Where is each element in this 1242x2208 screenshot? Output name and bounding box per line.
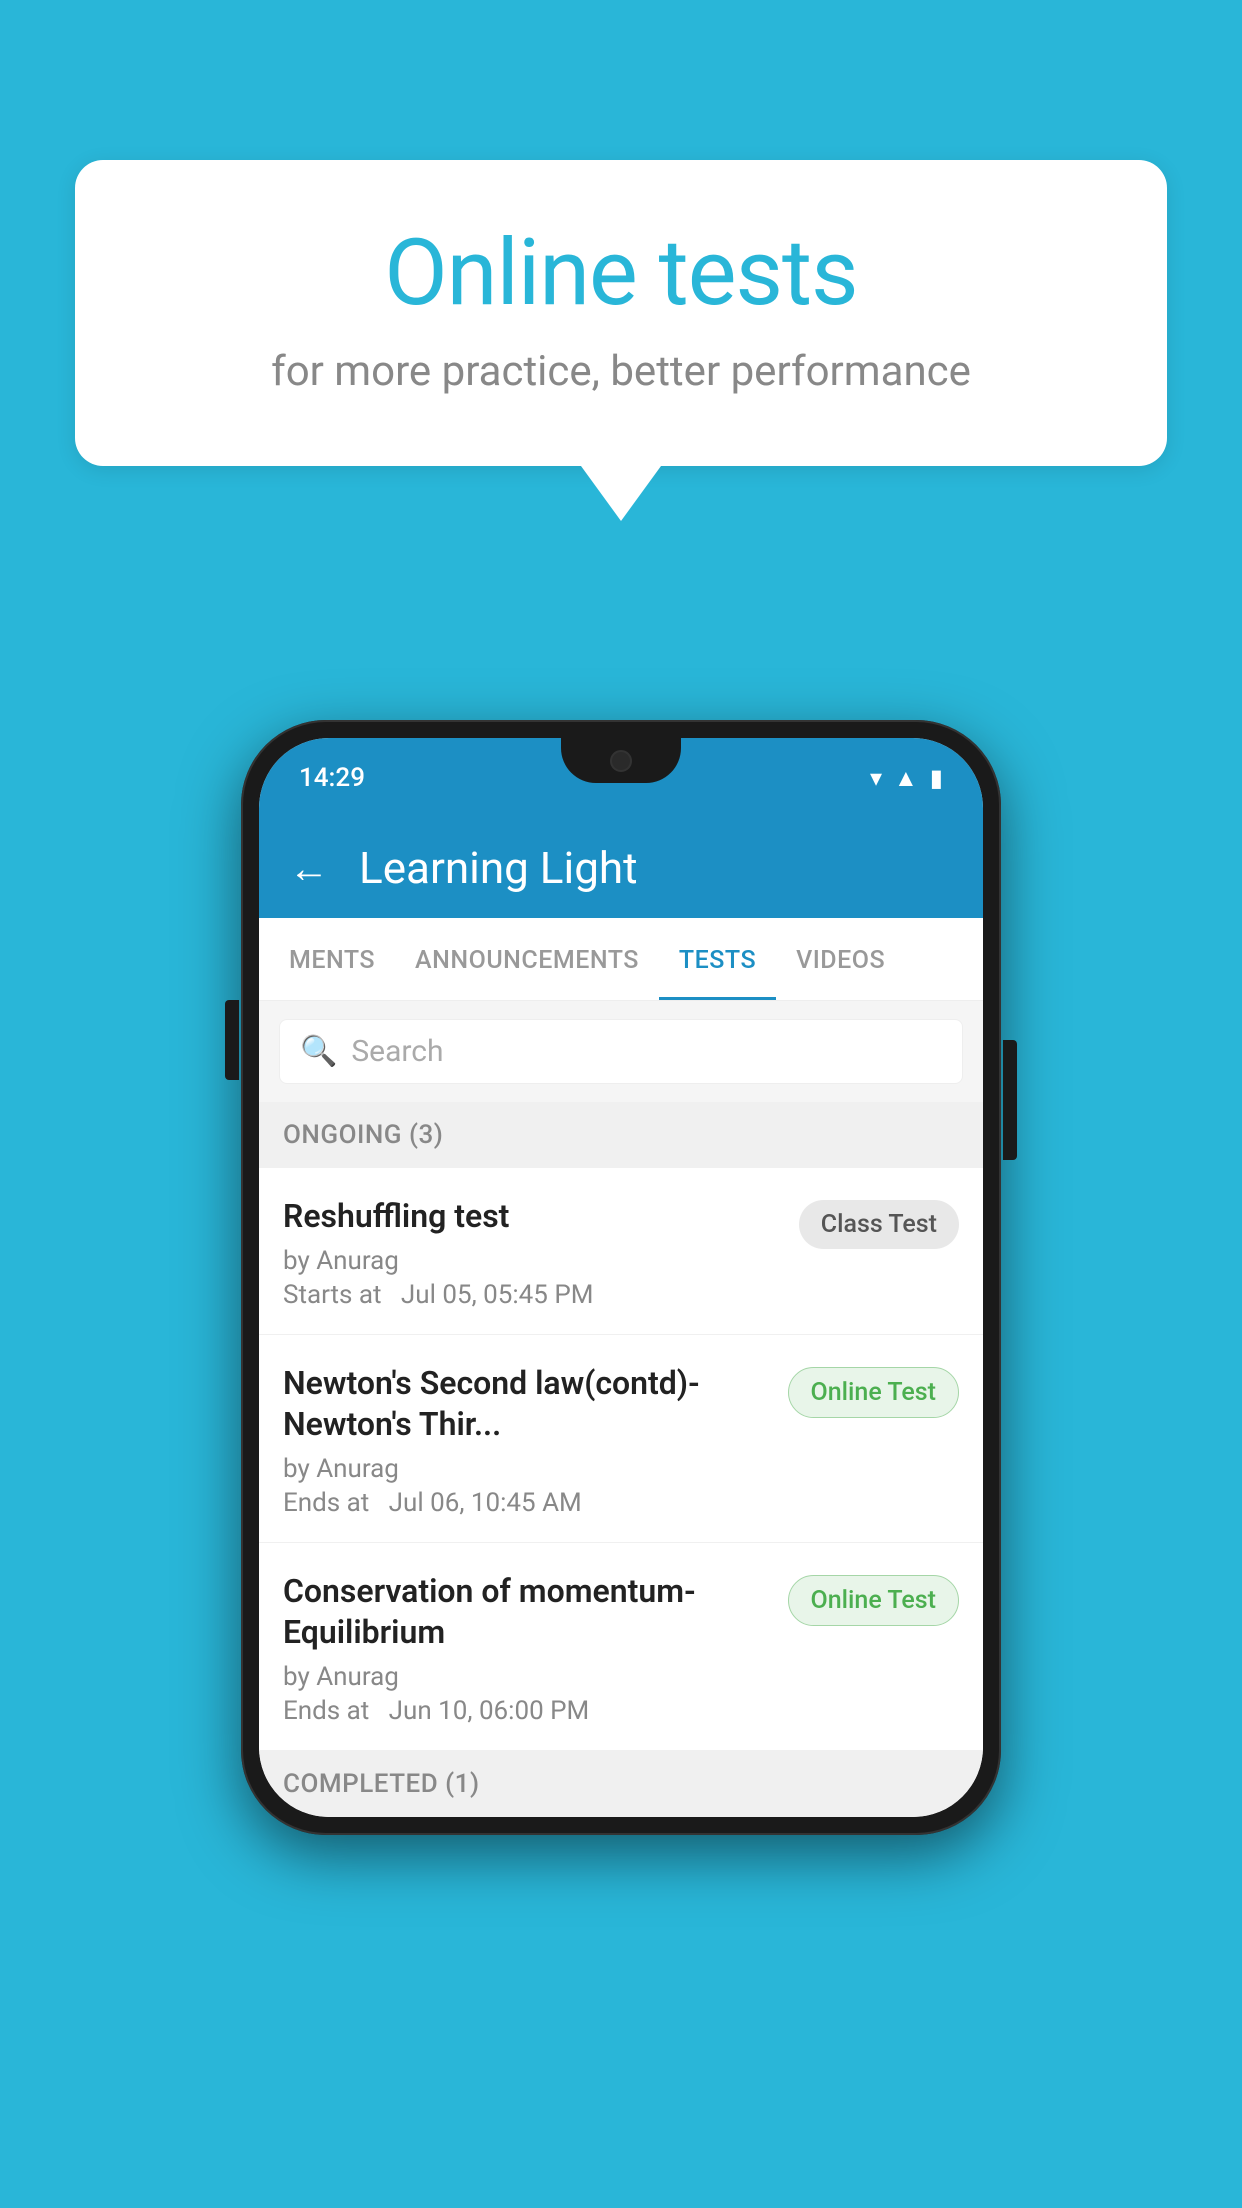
battery-icon: ▮ <box>930 764 943 792</box>
tabs-bar: MENTS ANNOUNCEMENTS TESTS VIDEOS <box>259 918 983 1001</box>
camera-notch <box>610 750 632 772</box>
badge-class-test: Class Test <box>799 1200 959 1249</box>
signal-icon: ▲ <box>894 764 918 793</box>
tab-videos[interactable]: VIDEOS <box>776 918 905 1000</box>
status-time: 14:29 <box>299 763 365 793</box>
bubble-subtitle: for more practice, better performance <box>155 347 1087 396</box>
completed-section-header: COMPLETED (1) <box>259 1751 983 1817</box>
test-title-conservation: Conservation of momentum-Equilibrium <box>283 1571 768 1654</box>
tab-announcements[interactable]: ANNOUNCEMENTS <box>395 918 659 1000</box>
status-icons: ▾ ▲ ▮ <box>870 764 943 793</box>
test-item-newton[interactable]: Newton's Second law(contd)-Newton's Thir… <box>259 1335 983 1543</box>
test-item-reshuffling[interactable]: Reshuffling test by Anurag Starts at Jul… <box>259 1168 983 1335</box>
test-author-reshuffling: by Anurag <box>283 1246 779 1276</box>
search-container: 🔍 Search <box>259 1001 983 1102</box>
test-author-newton: by Anurag <box>283 1454 768 1484</box>
phone-notch <box>561 738 681 783</box>
test-time-reshuffling: Starts at Jul 05, 05:45 PM <box>283 1280 779 1310</box>
test-title-newton: Newton's Second law(contd)-Newton's Thir… <box>283 1363 768 1446</box>
badge-online-test-newton: Online Test <box>788 1367 959 1418</box>
test-item-content-newton: Newton's Second law(contd)-Newton's Thir… <box>283 1363 788 1518</box>
speech-bubble-section: Online tests for more practice, better p… <box>75 160 1167 521</box>
tab-ments[interactable]: MENTS <box>269 918 395 1000</box>
app-header: ← Learning Light <box>259 818 983 918</box>
phone-frame: 14:29 ▾ ▲ ▮ ← Learning Light MENTS ANNOU… <box>241 720 1001 1835</box>
test-time-newton: Ends at Jul 06, 10:45 AM <box>283 1488 768 1518</box>
ongoing-section-header: ONGOING (3) <box>259 1102 983 1168</box>
status-bar: 14:29 ▾ ▲ ▮ <box>259 738 983 818</box>
search-icon: 🔍 <box>300 1034 337 1069</box>
tab-tests[interactable]: TESTS <box>659 918 776 1000</box>
phone-screen: 14:29 ▾ ▲ ▮ ← Learning Light MENTS ANNOU… <box>259 738 983 1817</box>
test-author-conservation: by Anurag <box>283 1662 768 1692</box>
test-item-content: Reshuffling test by Anurag Starts at Jul… <box>283 1196 799 1310</box>
test-item-content-conservation: Conservation of momentum-Equilibrium by … <box>283 1571 788 1726</box>
search-placeholder: Search <box>351 1034 443 1069</box>
test-item-conservation[interactable]: Conservation of momentum-Equilibrium by … <box>259 1543 983 1751</box>
app-title: Learning Light <box>359 842 638 894</box>
test-title-reshuffling: Reshuffling test <box>283 1196 779 1238</box>
badge-online-test-conservation: Online Test <box>788 1575 959 1626</box>
wifi-icon: ▾ <box>870 764 882 792</box>
test-time-conservation: Ends at Jun 10, 06:00 PM <box>283 1696 768 1726</box>
speech-bubble: Online tests for more practice, better p… <box>75 160 1167 466</box>
phone-mockup: 14:29 ▾ ▲ ▮ ← Learning Light MENTS ANNOU… <box>241 720 1001 1835</box>
bubble-arrow <box>581 466 661 521</box>
bubble-title: Online tests <box>155 220 1087 327</box>
search-input-wrapper[interactable]: 🔍 Search <box>279 1019 963 1084</box>
back-button[interactable]: ← <box>289 845 329 892</box>
